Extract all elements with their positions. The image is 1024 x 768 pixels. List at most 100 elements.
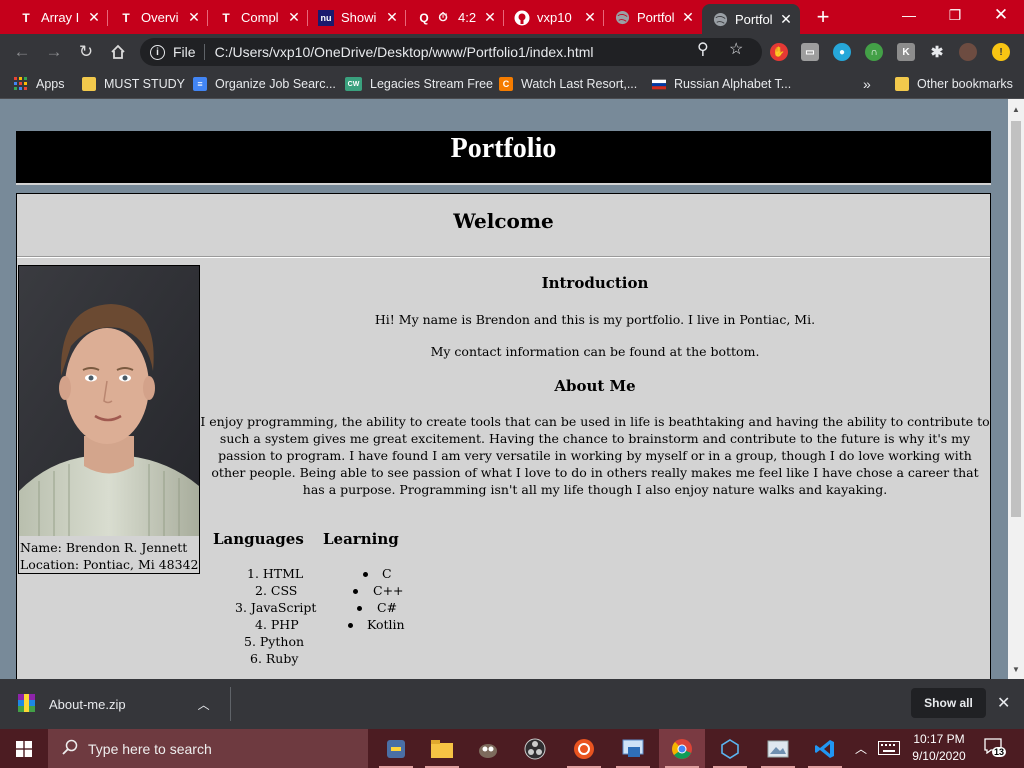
ubuntu-icon[interactable] — [561, 729, 607, 768]
close-icon[interactable]: ✕ — [286, 9, 302, 26]
close-icon[interactable]: ✕ — [680, 9, 696, 26]
close-window-icon[interactable]: ✕ — [978, 0, 1024, 30]
bookmark-label: Russian Alphabet T... — [674, 77, 792, 91]
tab-favicon-icon: nu — [318, 9, 334, 26]
gimp-icon[interactable] — [465, 729, 511, 768]
bookmark-organize-job[interactable]: ≡ Organize Job Searc... — [193, 76, 336, 92]
scroll-up-icon[interactable]: ▲ — [1012, 105, 1020, 114]
keyboard-icon[interactable] — [878, 741, 900, 760]
globe-icon — [712, 11, 728, 27]
close-download-bar-icon[interactable]: ✕ — [997, 693, 1010, 713]
forward-icon[interactable]: → — [42, 40, 66, 64]
bookmark-apps[interactable]: Apps — [14, 76, 65, 92]
tab-title: Showi — [341, 10, 377, 25]
address-bar[interactable]: i File C:/Users/vxp10/OneDrive/Desktop/w… — [140, 38, 762, 66]
tab-portfolio-1[interactable]: Portfol ✕ — [604, 5, 702, 30]
restore-icon[interactable]: ❐ — [932, 0, 978, 30]
taskbar-search[interactable]: Type here to search — [48, 729, 368, 768]
update-alert-icon[interactable]: ! — [992, 43, 1010, 61]
introduction-heading: Introduction — [541, 274, 649, 292]
tab-overview[interactable]: T Overvi ✕ — [108, 5, 208, 30]
close-icon[interactable]: ✕ — [186, 9, 202, 26]
system-tray-chevron-icon[interactable]: ︿ — [855, 740, 867, 757]
bookmark-legacies[interactable]: CW Legacies Stream Free — [345, 76, 493, 92]
tab-title: Portfol — [735, 11, 773, 27]
divider — [17, 256, 990, 258]
search-placeholder: Type here to search — [88, 740, 212, 757]
tab-strip: T Array I ✕ T Overvi ✕ T Compl ✕ nu Show… — [0, 0, 1024, 34]
new-tab-icon[interactable]: + — [812, 6, 834, 28]
file-explorer-icon[interactable] — [419, 729, 465, 768]
close-icon[interactable]: ✕ — [582, 9, 598, 26]
tab-complete[interactable]: T Compl ✕ — [208, 5, 308, 30]
vscode-icon[interactable] — [802, 729, 848, 768]
profile-avatar[interactable] — [959, 43, 977, 61]
bookmark-must-study[interactable]: MUST STUDY — [82, 76, 185, 92]
tab-showing[interactable]: nu Showi ✕ — [308, 5, 406, 30]
scroll-down-icon[interactable]: ▼ — [1012, 665, 1020, 674]
python-app-icon[interactable] — [373, 729, 419, 768]
adblock-extension-icon[interactable]: ✋ — [770, 43, 788, 61]
cw-icon: CW — [345, 77, 362, 91]
profile-card: Name: Brendon R. Jennett Location: Ponti… — [18, 265, 200, 574]
minimize-icon[interactable]: — — [886, 0, 932, 30]
tab-favicon-icon: T — [22, 10, 30, 25]
bookmark-last-resort[interactable]: C Watch Last Resort,... — [499, 76, 637, 92]
grammarly-extension-icon[interactable]: ● — [833, 43, 851, 61]
page-banner: Portfolio — [16, 131, 991, 185]
bullet-icon — [363, 572, 368, 577]
tab-title: 4:2 — [458, 10, 477, 25]
show-all-button[interactable]: Show all — [911, 688, 986, 718]
url-text[interactable]: C:/Users/vxp10/OneDrive/Desktop/www/Port… — [215, 44, 762, 60]
extension-icon[interactable]: ▭ — [801, 43, 819, 61]
download-item[interactable]: About-me.zip ︿ — [18, 679, 210, 729]
close-icon[interactable]: ✕ — [778, 11, 794, 28]
tab-favicon-icon: T — [122, 10, 130, 25]
download-filename: About-me.zip — [49, 696, 126, 712]
bookmark-label: Other bookmarks — [917, 77, 1013, 91]
tab-timer[interactable]: Q ⏱ 4:2 ✕ — [406, 5, 504, 30]
zoom-icon[interactable]: ⚲ — [697, 39, 709, 59]
notifications-icon[interactable]: 13 — [984, 738, 1007, 758]
close-icon[interactable]: ✕ — [482, 9, 498, 26]
learning-item: C — [382, 566, 392, 581]
windows-start-icon[interactable] — [0, 729, 48, 768]
tab-array[interactable]: T Array I ✕ — [8, 5, 108, 30]
obs-icon[interactable] — [512, 729, 558, 768]
page-title: Portfolio — [450, 133, 557, 164]
close-icon[interactable]: ✕ — [384, 9, 400, 26]
bookmark-russian-alphabet[interactable]: Russian Alphabet T... — [652, 76, 791, 92]
chrome-icon[interactable] — [659, 729, 705, 768]
language-item: 3. JavaScript — [235, 600, 317, 615]
clock-date: 9/10/2020 — [912, 749, 966, 763]
tab-github[interactable]: vxp10 ✕ — [504, 5, 604, 30]
control-panel-icon[interactable] — [610, 729, 656, 768]
russian-flag-icon — [652, 77, 666, 91]
back-icon[interactable]: ← — [10, 40, 34, 64]
taskbar-clock[interactable]: 10:17 PM 9/10/2020 — [906, 731, 972, 765]
tab-portfolio-active[interactable]: Portfol ✕ — [702, 4, 800, 34]
unity-app-icon[interactable] — [707, 729, 753, 768]
chevron-up-icon[interactable]: ︿ — [198, 696, 210, 713]
close-icon[interactable]: ✕ — [86, 9, 102, 26]
bookmark-star-icon[interactable]: ☆ — [729, 39, 743, 59]
bookmark-other[interactable]: Other bookmarks — [895, 76, 1013, 92]
bullet-icon — [357, 606, 362, 611]
photos-app-icon[interactable] — [755, 729, 801, 768]
headphones-extension-icon[interactable]: ∩ — [865, 43, 883, 61]
contact-note: My contact information can be found at t… — [430, 344, 760, 359]
folder-icon — [895, 77, 909, 91]
timer-icon: ⏱ — [438, 10, 448, 24]
site-info-icon[interactable]: i — [150, 44, 165, 60]
bookmarks-overflow-icon[interactable]: » — [863, 76, 871, 92]
k-extension-icon[interactable]: K — [897, 43, 915, 61]
page-scrollbar[interactable]: ▲ ▼ — [1008, 99, 1024, 679]
home-icon[interactable] — [106, 40, 130, 64]
languages-heading: Languages — [213, 530, 304, 548]
bullet-icon — [348, 623, 353, 628]
scrollbar-thumb[interactable] — [1011, 121, 1021, 517]
language-item: 6. Ruby — [250, 651, 299, 666]
extensions-puzzle-icon[interactable]: ✱ — [928, 43, 946, 61]
download-bar: About-me.zip ︿ Show all ✕ — [0, 679, 1024, 729]
reload-icon[interactable]: ↻ — [74, 40, 98, 64]
